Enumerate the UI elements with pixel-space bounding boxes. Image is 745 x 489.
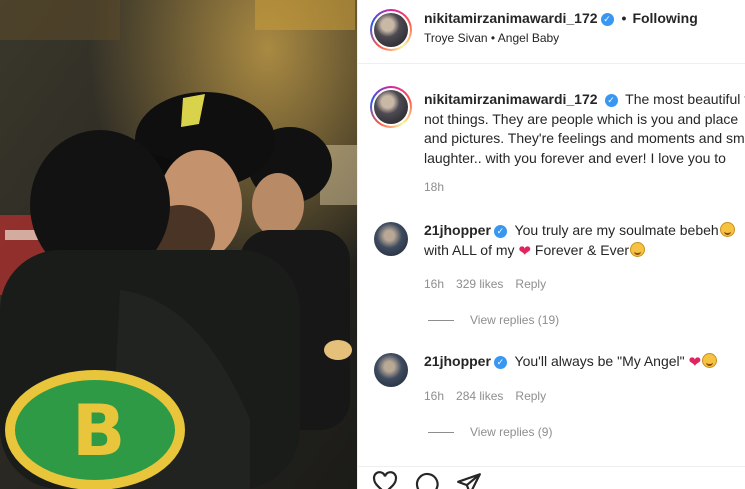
reply-button[interactable]: Reply	[515, 277, 546, 291]
kissing-face-icon	[630, 241, 646, 257]
caption-line-3: and pictures. They're feelings and momen…	[424, 130, 745, 146]
following-button[interactable]: Following	[632, 10, 697, 26]
caption-username[interactable]: nikitamirzanimawardi_172	[424, 91, 598, 107]
comment-text-line-1: You truly are my soulmate bebeh	[514, 222, 719, 238]
caption-line-2: not things. They are people which is you…	[424, 110, 739, 127]
comment-text: You'll always be "My Angel"	[514, 353, 685, 369]
comment-likes[interactable]: 329 likes	[456, 277, 503, 291]
like-icon[interactable]	[372, 471, 398, 489]
comment-username[interactable]: 21jhopper	[424, 222, 491, 238]
red-heart-icon: ❤	[688, 354, 702, 371]
view-replies-label: View replies (9)	[470, 425, 553, 439]
svg-text:B: B	[72, 390, 125, 472]
view-replies-button[interactable]: View replies (19)	[428, 313, 559, 327]
post-details-panel: nikitamirzanimawardi_172 ✓ • Following Troy…	[357, 0, 745, 489]
separator-dot: •	[621, 10, 627, 26]
post-header: nikitamirzanimawardi_172 ✓ • Following Troy…	[358, 0, 745, 64]
post-image[interactable]: B	[0, 0, 357, 489]
comment-time[interactable]: 16h	[424, 389, 444, 403]
verified-badge-icon: ✓	[493, 355, 507, 369]
comment-item: 21jhopper ✓ You truly are my soulmate beb…	[424, 221, 745, 261]
comment-avatar[interactable]	[374, 222, 408, 256]
verified-badge-icon: ✓	[493, 224, 507, 238]
caption-line-1: The most beautiful t	[625, 91, 745, 107]
view-replies-button[interactable]: View replies (9)	[428, 425, 552, 439]
caption-avatar[interactable]	[370, 86, 412, 128]
comment-likes[interactable]: 284 likes	[456, 389, 503, 403]
comment-meta: 16h 284 likes Reply	[424, 389, 558, 403]
comment-username[interactable]: 21jhopper	[424, 353, 491, 369]
verified-badge-icon: ✓	[600, 12, 614, 26]
comment-icon[interactable]	[414, 471, 440, 489]
comment-item: 21jhopper ✓ You'll always be "My Angel" ❤	[424, 352, 745, 373]
comment-time[interactable]: 16h	[424, 277, 444, 291]
header-title-row: nikitamirzanimawardi_172 ✓ • Following	[424, 10, 698, 26]
view-replies-label: View replies (19)	[470, 313, 560, 327]
comment-text-line-2a: with ALL of my	[424, 241, 515, 258]
share-icon[interactable]	[456, 471, 482, 489]
audio-label[interactable]: Troye Sivan • Angel Baby	[424, 31, 559, 45]
author-username[interactable]: nikitamirzanimawardi_172	[424, 10, 598, 26]
action-bar	[358, 466, 745, 489]
replies-divider	[428, 432, 454, 434]
caption-line-4: laughter.. with you forever and ever! I …	[424, 149, 726, 166]
red-heart-icon: ❤	[518, 242, 531, 260]
comment-avatar[interactable]	[374, 353, 408, 387]
replies-divider	[428, 320, 454, 322]
verified-badge-icon: ✓	[604, 93, 618, 107]
comment-meta: 16h 329 likes Reply	[424, 277, 558, 291]
post-photo-illustration: B	[0, 0, 357, 489]
author-avatar[interactable]	[370, 9, 412, 51]
caption-text: nikitamirzanimawardi_172 ✓ The most beaut…	[424, 90, 745, 168]
kissing-face-icon	[702, 353, 718, 368]
smiling-face-with-hearts-icon	[719, 222, 735, 237]
comment-text-line-2b: Forever & Ever	[534, 241, 630, 258]
caption-time[interactable]: 18h	[424, 180, 444, 194]
reply-button[interactable]: Reply	[515, 389, 546, 403]
